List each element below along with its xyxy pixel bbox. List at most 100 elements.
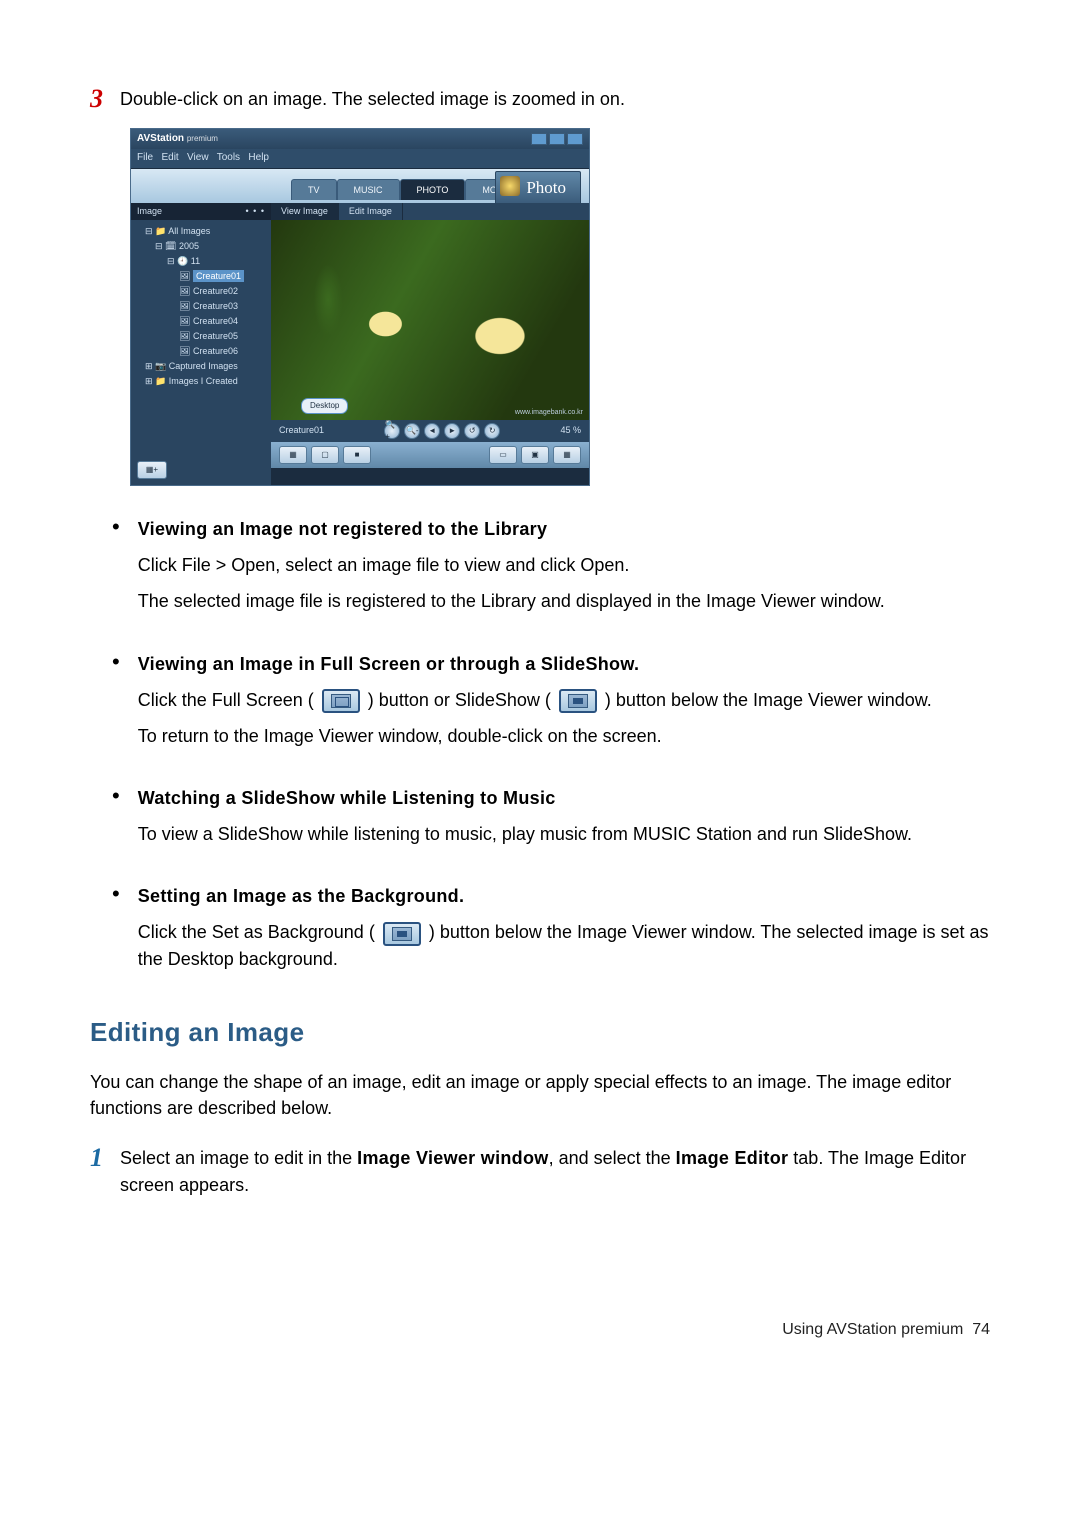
main-panel: View Image Edit Image Desktop www.imageb…	[271, 203, 589, 486]
tree-item-6[interactable]: 🖼 Creature06	[135, 344, 267, 359]
panel-controls-icon[interactable]: • • •	[246, 205, 265, 218]
step-3-number: 3	[90, 80, 120, 118]
displayed-image	[271, 220, 589, 420]
menu-view[interactable]: View	[187, 152, 209, 163]
tree-item-1[interactable]: 🖼 Creature01	[135, 269, 267, 284]
image-viewport[interactable]: Desktop www.imagebank.co.kr	[271, 220, 589, 420]
bullet-3: • Watching a SlideShow while Listening t…	[90, 785, 990, 857]
step-3-text: Double-click on an image. The selected i…	[120, 80, 990, 112]
bottom-btn-r2[interactable]: ▣	[521, 446, 549, 464]
sidebar: Image • • • ⊟ 📁 All Images ⊟ 🗓 2005 ⊟ 🕘 …	[131, 203, 271, 486]
footer-label: Using AVStation premium	[782, 1321, 963, 1338]
bullet-4-body: Setting an Image as the Background. Clic…	[138, 883, 990, 981]
tree-created[interactable]: ⊞ 📁 Images I Created	[135, 374, 267, 389]
bullet-list: • Viewing an Image not registered to the…	[90, 516, 990, 981]
bottom-btn-l3[interactable]: ■	[343, 446, 371, 464]
subtab-view-image[interactable]: View Image	[271, 203, 339, 220]
tab-music[interactable]: MUSIC	[337, 179, 400, 200]
slideshow-button-icon	[559, 689, 597, 713]
step-1-bold1: Image Viewer window	[357, 1148, 548, 1168]
window-titlebar: AVStation premium	[131, 129, 589, 150]
bullet-dot-icon: •	[90, 883, 138, 903]
status-bar: Creature01 🔍+ 🔍- ◄ ► ↺ ↻ 45 %	[271, 420, 589, 442]
rotate-left-button[interactable]: ↺	[464, 423, 480, 439]
header-bar: TV MUSIC PHOTO MOVIE Photo	[131, 169, 589, 203]
tree-root[interactable]: ⊟ 📁 All Images	[135, 224, 267, 239]
tree-item-4[interactable]: 🖼 Creature04	[135, 314, 267, 329]
main-tabs: TV MUSIC PHOTO MOVIE	[291, 179, 528, 200]
tree-item-3[interactable]: 🖼 Creature03	[135, 299, 267, 314]
screenshot-container: AVStation premium File Edit View Tools H…	[130, 128, 990, 487]
bullet-3-title: Watching a SlideShow while Listening to …	[138, 785, 990, 811]
zoom-out-button[interactable]: 🔍-	[404, 423, 420, 439]
step-1-mid: , and select the	[549, 1148, 676, 1168]
page-footer: Using AVStation premium 74	[90, 1318, 990, 1341]
section-heading-editing-image: Editing an Image	[90, 1014, 990, 1052]
viewer-controls: 🔍+ 🔍- ◄ ► ↺ ↻	[384, 423, 500, 439]
bullet-dot-icon: •	[90, 516, 138, 536]
menu-tools[interactable]: Tools	[217, 152, 240, 163]
tree-month[interactable]: ⊟ 🕘 11	[135, 254, 267, 269]
full-screen-button-icon	[322, 689, 360, 713]
tab-tv[interactable]: TV	[291, 179, 337, 200]
bullet-1: • Viewing an Image not registered to the…	[90, 516, 990, 624]
bottom-btn-l1[interactable]: ▦	[279, 446, 307, 464]
step-1-number: 1	[90, 1139, 120, 1177]
rotate-right-button[interactable]: ↻	[484, 423, 500, 439]
prev-button[interactable]: ◄	[424, 423, 440, 439]
flower-icon	[500, 176, 520, 196]
menubar: File Edit View Tools Help	[131, 149, 589, 169]
bullet-dot-icon: •	[90, 785, 138, 805]
step-1-row: 1 Select an image to edit in the Image V…	[90, 1139, 990, 1197]
close-button[interactable]	[567, 133, 583, 145]
bullet-dot-icon: •	[90, 651, 138, 671]
bullet-1-p2: The selected image file is registered to…	[138, 588, 990, 614]
status-zoom-percent: 45 %	[560, 424, 581, 437]
menu-edit[interactable]: Edit	[161, 152, 178, 163]
tab-photo[interactable]: PHOTO	[400, 179, 466, 200]
bullet-2: • Viewing an Image in Full Screen or thr…	[90, 651, 990, 759]
tree-captured[interactable]: ⊞ 📷 Captured Images	[135, 359, 267, 374]
step-3-row: 3 Double-click on an image. The selected…	[90, 80, 990, 118]
footer-page-number: 74	[972, 1321, 990, 1338]
bullet-2-body: Viewing an Image in Full Screen or throu…	[138, 651, 990, 759]
tree-item-2[interactable]: 🖼 Creature02	[135, 284, 267, 299]
bullet-1-body: Viewing an Image not registered to the L…	[138, 516, 990, 624]
bullet-4-title: Setting an Image as the Background.	[138, 883, 990, 909]
zoom-in-button[interactable]: 🔍+	[384, 423, 400, 439]
step-1-a: Select an image to edit in the	[120, 1148, 357, 1168]
set-background-button-icon	[383, 922, 421, 946]
bullet-3-body: Watching a SlideShow while Listening to …	[138, 785, 990, 857]
menu-file[interactable]: File	[137, 152, 153, 163]
subtab-edit-image[interactable]: Edit Image	[339, 203, 403, 220]
bullet-2-title: Viewing an Image in Full Screen or throu…	[138, 651, 990, 677]
bottom-btn-r1[interactable]: ▭	[489, 446, 517, 464]
bullet-2-rich: Click the Full Screen ( ) button or Slid…	[138, 687, 990, 713]
sidebar-title-text: Image	[137, 205, 162, 218]
tooltip-balloon: Desktop	[301, 398, 348, 414]
photo-badge-label: Photo	[526, 178, 566, 197]
bullet-4: • Setting an Image as the Background. Cl…	[90, 883, 990, 981]
bullet-4-text-a: Click the Set as Background (	[138, 922, 375, 942]
step-1-text: Select an image to edit in the Image Vie…	[120, 1139, 990, 1197]
minimize-button[interactable]	[531, 133, 547, 145]
photo-badge: Photo	[495, 171, 581, 206]
bullet-1-title: Viewing an Image not registered to the L…	[138, 516, 990, 542]
bullet-2-text-b: ) button or SlideShow (	[368, 690, 551, 710]
sidebar-bottom-button-row: ▦+	[135, 459, 267, 481]
tree-item-5[interactable]: 🖼 Creature05	[135, 329, 267, 344]
bullet-2-text-a: Click the Full Screen (	[138, 690, 314, 710]
maximize-button[interactable]	[549, 133, 565, 145]
bullet-1-p1: Click File > Open, select an image file …	[138, 552, 990, 578]
bullet-2-text-c: ) button below the Image Viewer window.	[605, 690, 932, 710]
tree-year[interactable]: ⊟ 🗓 2005	[135, 239, 267, 254]
bullet-4-rich: Click the Set as Background ( ) button b…	[138, 919, 990, 971]
window-title: AVStation premium	[137, 132, 218, 147]
bottom-btn-l2[interactable]: ▢	[311, 446, 339, 464]
bottom-btn-r3[interactable]: ▦	[553, 446, 581, 464]
menu-help[interactable]: Help	[248, 152, 269, 163]
next-button[interactable]: ►	[444, 423, 460, 439]
bottom-right-buttons: ▭ ▣ ▦	[489, 446, 581, 464]
avstation-window: AVStation premium File Edit View Tools H…	[130, 128, 590, 487]
sidebar-add-button[interactable]: ▦+	[137, 461, 167, 479]
